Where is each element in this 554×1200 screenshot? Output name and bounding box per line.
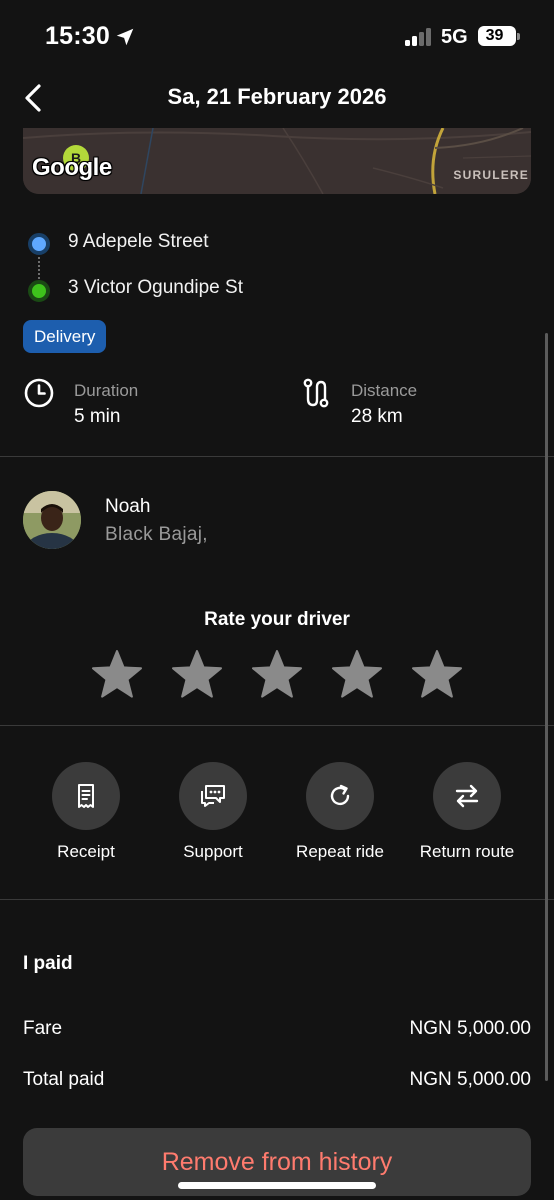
home-indicator[interactable] [178,1182,376,1189]
star-icon[interactable] [330,648,384,702]
signal-icon [405,28,433,46]
pickup-address: 9 Adepele Street [68,231,209,252]
total-paid-value: NGN 5,000.00 [409,1069,531,1090]
repeat-ride-button[interactable] [306,762,374,830]
duration-value: 5 min [74,406,121,427]
battery-cap [517,33,520,40]
return-route-button[interactable] [433,762,501,830]
divider [0,899,554,900]
refresh-icon [330,784,350,806]
receipt-button[interactable] [52,762,120,830]
chat-icon [201,785,225,807]
status-time: 15:30 [45,22,110,50]
route-connector [38,257,40,279]
total-paid-label: Total paid [23,1069,105,1090]
back-button[interactable] [18,80,52,116]
receipt-icon [78,784,94,808]
trip-details-screen: 15:30 5G 39 Sa, 21 February 2026 B Googl… [0,0,554,1200]
google-logo: Google [32,154,112,181]
duration-label: Duration [74,381,139,400]
driver-vehicle: Black Bajaj, [105,524,208,545]
divider [0,725,554,726]
scrollbar[interactable] [545,333,548,1081]
route-icon [303,378,329,408]
status-bar: 15:30 5G 39 [0,0,554,70]
star-icon[interactable] [170,648,224,702]
battery-icon: 39 [478,26,516,46]
support-label[interactable]: Support [148,842,278,862]
return-route-label[interactable]: Return route [402,842,532,862]
swap-arrows-icon [455,784,479,808]
distance-label: Distance [351,381,418,400]
star-rating[interactable] [90,648,466,702]
rate-driver-title: Rate your driver [204,609,350,630]
page-title: Sa, 21 February 2026 [167,84,387,109]
receipt-label[interactable]: Receipt [21,842,151,862]
pickup-dot-icon [28,233,50,255]
map-area-label: SURULERE [453,168,529,182]
divider [0,456,554,457]
fare-value: NGN 5,000.00 [409,1018,531,1039]
location-arrow-icon [116,28,134,46]
clock-icon [24,378,54,408]
network-type: 5G [441,26,468,48]
dropoff-dot-icon [28,280,50,302]
star-icon[interactable] [90,648,144,702]
support-button[interactable] [179,762,247,830]
repeat-ride-label[interactable]: Repeat ride [275,842,405,862]
payment-section-title: I paid [23,953,73,974]
distance-value: 28 km [351,406,403,427]
driver-avatar [23,491,81,549]
fare-label: Fare [23,1018,63,1039]
route-map[interactable]: B Google SURULERE [23,128,531,194]
star-icon[interactable] [410,648,464,702]
driver-name: Noah [105,496,151,517]
service-type-badge: Delivery [23,320,107,353]
star-icon[interactable] [250,648,304,702]
battery-level: 39 [485,27,504,44]
dropoff-address: 3 Victor Ogundipe St [68,277,243,298]
